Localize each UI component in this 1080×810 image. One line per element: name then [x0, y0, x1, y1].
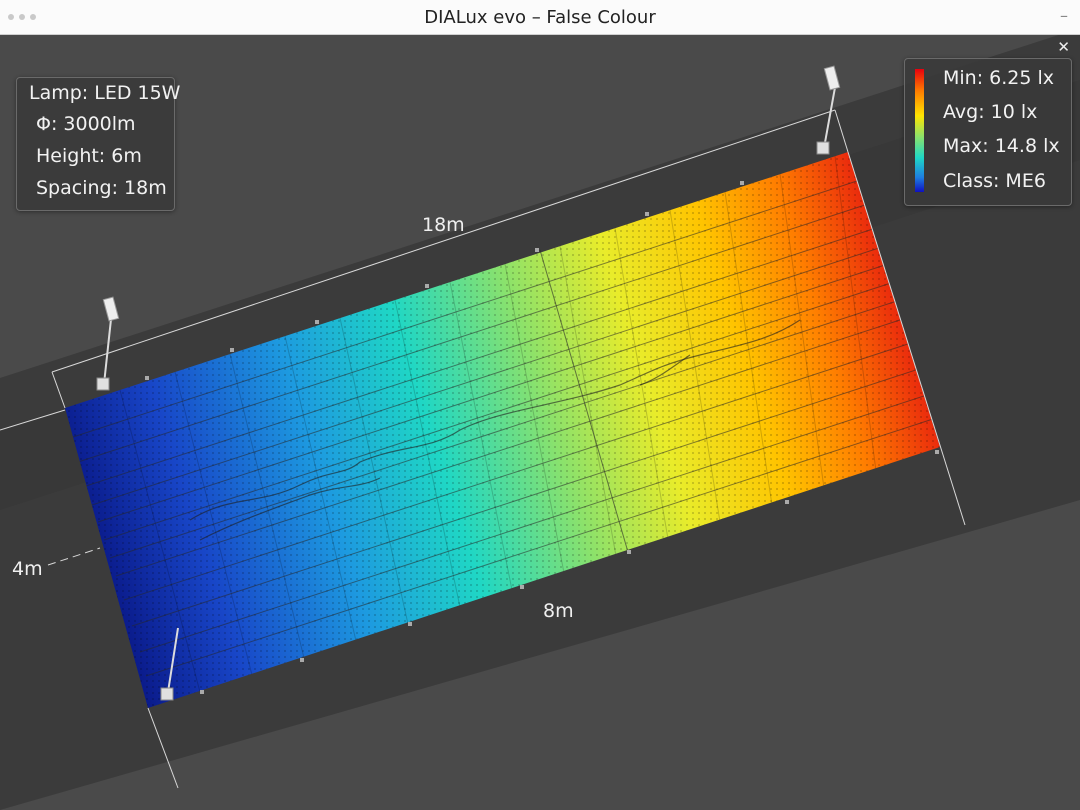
pole-spacing: Spacing: 18m	[36, 177, 167, 199]
colour-scale-bar	[915, 69, 924, 192]
lamp-type: Lamp: LED 15W	[29, 82, 181, 104]
max-illuminance: Max: 14.8 lx	[943, 135, 1060, 157]
length-dimension-label: 18m	[422, 214, 465, 236]
min-illuminance: Min: 6.25 lx	[943, 67, 1055, 89]
lighting-class: Class: ME6	[943, 170, 1046, 192]
luminaire-icon[interactable]	[102, 296, 120, 322]
luminous-flux: Φ: 3000lm	[36, 113, 136, 135]
offset-dimension-label: 4m	[12, 558, 43, 580]
lamp-info-panel: Lamp: LED 15W Φ: 3000lm Height: 6m Spaci…	[16, 77, 180, 211]
window-title: DIALux evo – False Colour	[424, 7, 656, 28]
close-icon[interactable]: ✕	[1057, 40, 1070, 55]
luminaire-icon[interactable]	[823, 65, 841, 91]
avg-illuminance: Avg: 10 lx	[943, 101, 1038, 123]
illuminance-legend-panel: Min: 6.25 lx Avg: 10 lx Max: 14.8 lx Cla…	[904, 58, 1072, 206]
road-width-dimension-label: 8m	[543, 600, 574, 622]
minimize-icon[interactable]: –	[1060, 6, 1068, 25]
mounting-height: Height: 6m	[36, 145, 142, 167]
title-bar: DIALux evo – False Colour –	[0, 0, 1080, 35]
